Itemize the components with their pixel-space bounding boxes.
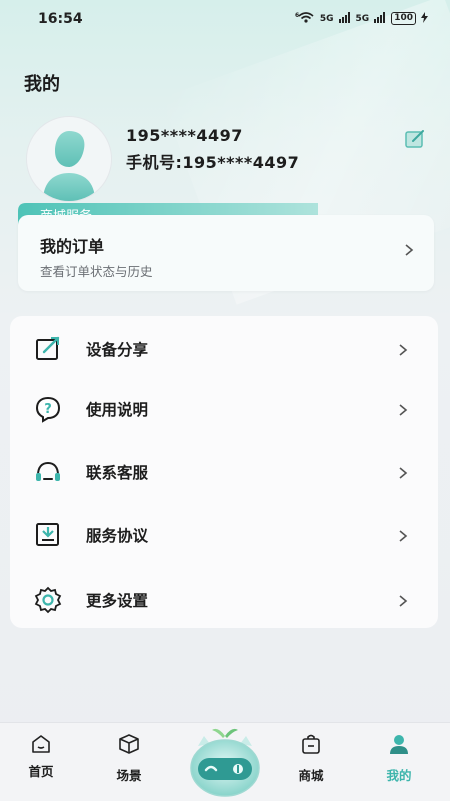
- cube-icon: [119, 734, 139, 754]
- status-icons: 6 5G 5G 100: [295, 11, 428, 26]
- menu-item-more-settings[interactable]: 更多设置: [10, 569, 438, 629]
- signal-bars-icon: [338, 11, 351, 26]
- tab-label: 场景: [116, 768, 142, 783]
- my-orders-card[interactable]: 我的订单 查看订单状态与历史: [18, 215, 434, 291]
- wifi-icon: 6: [295, 11, 315, 26]
- tab-shop[interactable]: 商城: [276, 723, 346, 801]
- chevron-right-icon: [399, 344, 408, 356]
- battery-indicator: 100: [391, 12, 416, 25]
- phone-number: 手机号:195****4497: [126, 153, 300, 172]
- signal-label-2: 5G: [355, 13, 370, 24]
- menu-item-device-share[interactable]: 设备分享: [10, 318, 438, 378]
- menu-item-customer-service[interactable]: 联系客服: [10, 441, 438, 501]
- tab-label: 首页: [28, 764, 54, 779]
- chevron-right-icon: [399, 467, 408, 479]
- my-orders-subtitle: 查看订单状态与历史: [40, 264, 153, 279]
- menu-item-label: 联系客服: [86, 464, 149, 482]
- robot-icon[interactable]: [180, 724, 270, 800]
- menu-item-label: 服务协议: [86, 527, 149, 545]
- wifi-tag: 6: [295, 12, 299, 19]
- status-time: 16:54: [38, 11, 83, 27]
- chevron-right-icon: [405, 244, 414, 256]
- signal-label-1: 5G: [319, 13, 334, 24]
- account-number: 195****4497: [126, 126, 243, 145]
- status-bar: 16:54 6 5G 5G 100: [0, 0, 450, 38]
- tab-mine[interactable]: 我的: [364, 723, 434, 801]
- tab-home[interactable]: 首页: [6, 723, 76, 801]
- menu-item-service-agreement[interactable]: 服务协议: [10, 504, 438, 564]
- settings-icon: [34, 586, 62, 614]
- my-orders-title: 我的订单: [40, 237, 105, 256]
- menu-item-label: 设备分享: [86, 341, 149, 359]
- profile-icon: [390, 735, 408, 754]
- menu-item-label: 使用说明: [86, 401, 149, 419]
- avatar-person-icon: [43, 131, 95, 201]
- tab-label: 商城: [298, 768, 324, 783]
- chevron-right-icon: [399, 530, 408, 542]
- share-icon: [36, 336, 60, 360]
- signal-bars-icon: [374, 11, 386, 26]
- tab-scenes[interactable]: 场景: [94, 723, 164, 801]
- menu-item-label: 更多设置: [86, 592, 149, 610]
- menu-item-instructions[interactable]: ? 使用说明: [10, 378, 438, 438]
- headset-icon: [36, 461, 60, 481]
- edit-profile-icon[interactable]: [404, 128, 426, 150]
- chevron-right-icon: [399, 404, 408, 416]
- charging-icon: [421, 11, 428, 26]
- page-title: 我的: [24, 74, 60, 95]
- menu-card: 设备分享 ? 使用说明 联系客服 服务协议 更多设置: [10, 316, 438, 628]
- shop-bag-icon: [302, 734, 320, 754]
- avatar[interactable]: [26, 116, 112, 202]
- help-icon: ?: [35, 396, 61, 423]
- agreement-icon: [36, 523, 59, 546]
- chevron-right-icon: [399, 595, 408, 607]
- home-icon: [32, 735, 50, 753]
- svg-text:?: ?: [44, 402, 52, 417]
- tab-label: 我的: [386, 768, 412, 783]
